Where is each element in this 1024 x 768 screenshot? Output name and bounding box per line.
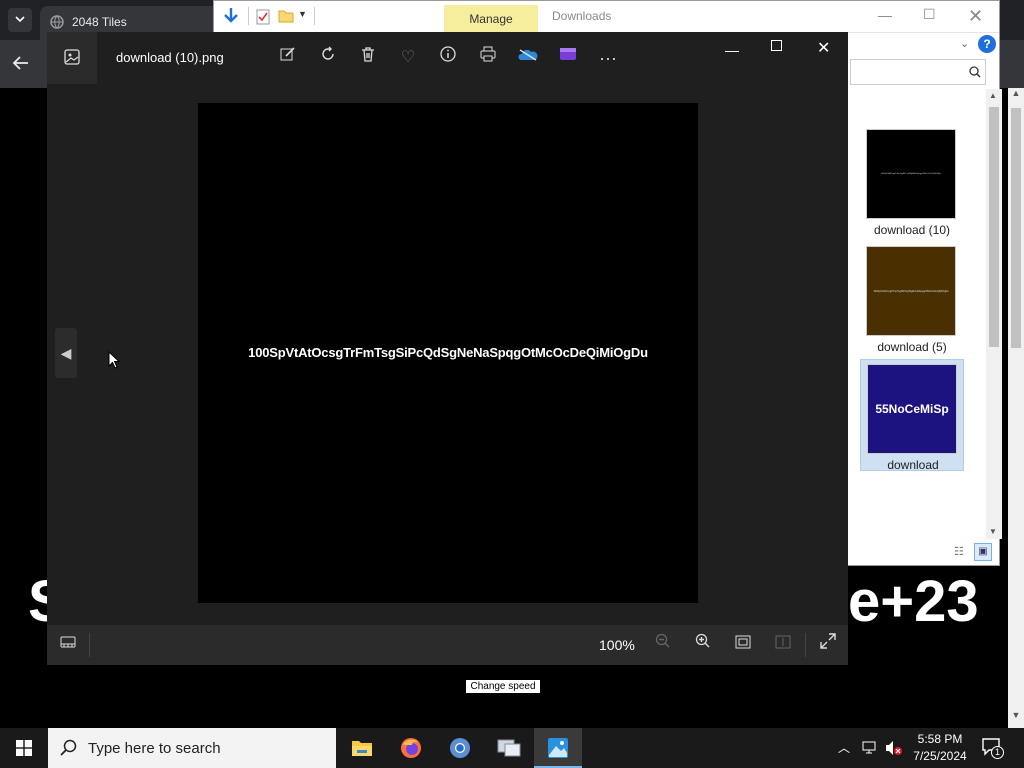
quick-access-dropdown[interactable]: ▼: [298, 9, 307, 19]
file-item[interactable]: 100SpVtAtOcsgTrFmTsgSiPcQdSgNeNaSpqgOtMc…: [860, 125, 964, 237]
file-name: download: [887, 458, 939, 472]
chromium-icon: [450, 738, 470, 758]
browser-scrollbar[interactable]: ▲ ▼: [1008, 88, 1024, 728]
maximize-button[interactable]: ☐: [923, 6, 936, 23]
gallery-icon: [64, 49, 80, 65]
filmstrip-icon[interactable]: [56, 633, 80, 657]
chevron-down-icon: [15, 16, 25, 23]
viewer-maximize-button[interactable]: [771, 40, 782, 51]
search-field[interactable]: [850, 59, 986, 85]
image-text: 100SpVtAtOcsgTrFmTsgSiPcQdSgNeNaSpqgOtMc…: [248, 345, 648, 360]
globe-icon: [50, 15, 64, 29]
onedrive-icon[interactable]: [516, 46, 540, 70]
taskbar-app[interactable]: [485, 728, 533, 768]
search-icon: [60, 739, 77, 756]
file-name: download (5): [877, 340, 947, 354]
image-canvas: 100SpVtAtOcsgTrFmTsgSiPcQdSgNeNaSpqgOtMc…: [198, 103, 698, 603]
photos-viewer-window: download (10).png ♡ ··· — ✕ ◀ 100SpVtAtO…: [47, 32, 848, 665]
viewer-title-bar: download (10).png ♡ ··· — ✕: [47, 32, 848, 84]
file-item-selected[interactable]: 55NoCeMiSp download: [860, 359, 964, 472]
explorer-scrollbar[interactable]: ▲ ▼: [986, 89, 1002, 539]
previous-image-button[interactable]: ◀: [55, 328, 77, 378]
file-explorer-icon: [352, 741, 372, 756]
viewer-close-button[interactable]: ✕: [817, 38, 830, 58]
viewer-bottom-bar: 100%: [47, 625, 848, 665]
file-name: download (10): [873, 223, 951, 237]
photos-icon: [548, 738, 568, 758]
page-big-text-right: e+23: [848, 569, 979, 634]
action-center-button[interactable]: 1: [982, 738, 1004, 759]
thumbnail-text: 100SpVtAtOcsgTrFmTsgSiPcQdSgNeNaSpqgOtMc…: [873, 289, 949, 293]
clipchamp-icon[interactable]: [556, 46, 580, 70]
favorite-icon[interactable]: ♡: [396, 46, 420, 70]
zoom-in-icon[interactable]: [691, 633, 715, 657]
details-view-icon[interactable]: ☷: [954, 545, 964, 558]
mouse-cursor-icon: [108, 351, 120, 369]
fit-to-window-icon[interactable]: [731, 633, 755, 657]
taskbar-search-box[interactable]: Type here to search: [48, 728, 336, 768]
full-screen-icon[interactable]: [816, 633, 840, 657]
thumbnail: 100SpVtAtOcsgTrFmTsgSiPcQdSgNeNaSpqgOtMc…: [866, 129, 956, 219]
thumbnail-view-icon[interactable]: ▣: [974, 543, 992, 561]
computer-icon: [497, 739, 521, 757]
clock-date: 7/25/2024: [913, 749, 967, 763]
viewer-minimize-button[interactable]: —: [725, 42, 739, 58]
info-icon[interactable]: [436, 46, 460, 70]
clock-time: 5:58 PM: [917, 732, 963, 746]
thumbnail-text: 55NoCeMiSp: [875, 402, 949, 416]
back-arrow-icon[interactable]: [12, 55, 30, 71]
search-icon: [969, 66, 981, 78]
scrollbar-thumb[interactable]: [989, 107, 999, 347]
explorer-ribbon: ▼ Manage Downloads — ☐ ✕: [214, 1, 999, 33]
volume-muted-icon[interactable]: [885, 740, 903, 756]
more-icon[interactable]: ···: [596, 46, 620, 70]
manage-tab[interactable]: Manage: [444, 5, 538, 33]
download-arrow-icon: [224, 8, 238, 23]
taskbar: Type here to search ︿ 5:58 PM 7/25/2024 …: [0, 728, 1024, 768]
zoom-out-icon[interactable]: [651, 633, 675, 657]
thumbnail: 100SpVtAtOcsgTrFmTsgSiPcQdSgNeNaSpqgOtMc…: [866, 246, 956, 336]
zoom-level: 100%: [599, 637, 635, 653]
close-button[interactable]: ✕: [968, 6, 983, 27]
file-item[interactable]: 100SpVtAtOcsgTrFmTsgSiPcQdSgNeNaSpqgOtMc…: [860, 242, 964, 354]
taskbar-chromium[interactable]: [436, 728, 484, 768]
rotate-icon[interactable]: [316, 46, 340, 70]
thumbnail-text: 100SpVtAtOcsgTrFmTsgSiPcQdSgNeNaSpqgOtMc…: [880, 173, 942, 175]
viewer-file-name: download (10).png: [116, 50, 224, 65]
minimize-button[interactable]: —: [878, 7, 892, 23]
see-all-photos-button[interactable]: [47, 32, 97, 84]
help-button[interactable]: ?: [978, 35, 996, 53]
network-icon[interactable]: [862, 741, 880, 755]
scrollbar-thumb[interactable]: [1011, 108, 1021, 348]
system-clock[interactable]: 5:58 PM 7/25/2024: [906, 731, 974, 765]
thumbnail: 55NoCeMiSp: [867, 364, 957, 454]
taskbar-photos[interactable]: [534, 728, 582, 768]
notification-badge: 1: [991, 746, 1004, 759]
windows-logo-icon: [16, 740, 32, 756]
properties-icon[interactable]: [256, 9, 270, 25]
print-icon[interactable]: [476, 46, 500, 70]
actual-size-icon[interactable]: [771, 633, 795, 657]
new-folder-icon[interactable]: [278, 9, 294, 23]
tab-list-button[interactable]: [8, 8, 32, 32]
taskbar-firefox[interactable]: [387, 728, 435, 768]
show-hidden-icons-button[interactable]: ︿: [838, 739, 850, 756]
ribbon-expand-icon[interactable]: ⌄: [960, 37, 969, 50]
taskbar-file-explorer[interactable]: [338, 728, 386, 768]
browser-tab-title: 2048 Tiles: [72, 15, 127, 29]
explorer-window-title: Downloads: [552, 9, 612, 23]
search-placeholder: Type here to search: [88, 740, 221, 757]
edit-icon[interactable]: [276, 46, 300, 70]
file-list: 100SpVtAtOcsgTrFmTsgSiPcQdSgNeNaSpqgOtMc…: [850, 89, 986, 565]
delete-icon[interactable]: [356, 46, 380, 70]
firefox-icon: [401, 738, 421, 758]
tooltip: Change speed: [465, 679, 541, 694]
start-button[interactable]: [0, 728, 48, 768]
